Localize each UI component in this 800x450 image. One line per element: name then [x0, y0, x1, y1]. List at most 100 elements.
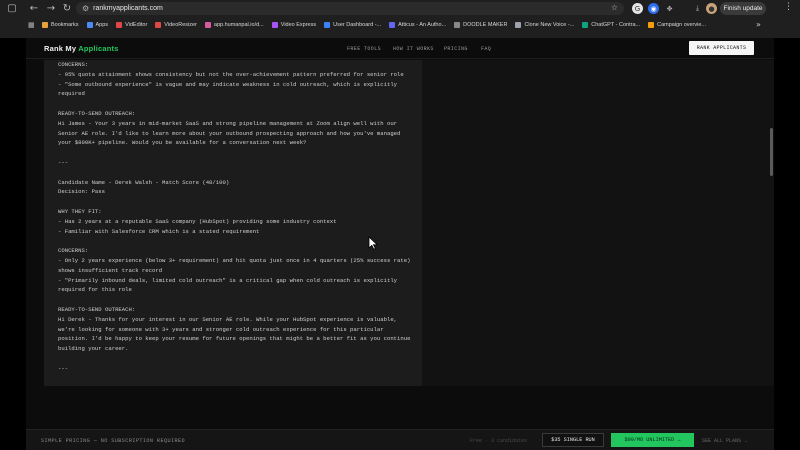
- result-line: - Has 2 years at a reputable SaaS compan…: [58, 217, 337, 225]
- nav-faq[interactable]: FAQ: [481, 46, 491, 52]
- bookmark-label: Apps: [95, 22, 109, 28]
- result-line: Decision: Pass: [58, 188, 105, 196]
- bookmark-favicon-icon: [582, 22, 589, 28]
- logo-text: Rank My: [44, 44, 79, 53]
- bookmark-item[interactable]: DOODLE MAKER: [454, 19, 507, 31]
- rank-applicants-button[interactable]: RANK APPLICANTS: [689, 41, 754, 55]
- bookmark-star-icon[interactable]: ☆: [611, 3, 618, 12]
- bookmark-favicon-icon: [648, 22, 655, 28]
- nav-pricing[interactable]: PRICING: [444, 46, 468, 52]
- logo-accent-text: Applicants: [78, 44, 119, 53]
- nav-free-tools[interactable]: FREE TOOLS: [347, 46, 381, 52]
- site-logo[interactable]: Rank My Applicants: [44, 44, 119, 53]
- pricing-label: SIMPLE PRICING — NO SUBSCRIPTION REQUIRE…: [41, 438, 186, 444]
- single-run-button[interactable]: $35 SINGLE RUN: [542, 433, 604, 447]
- profile-avatar[interactable]: ●: [706, 3, 717, 14]
- bookmark-label: Bookmarks: [51, 22, 79, 28]
- tab-search-icon[interactable]: ▢: [4, 0, 20, 16]
- forward-icon[interactable]: →: [43, 0, 59, 16]
- bookmark-item[interactable]: Bookmarks: [42, 19, 79, 31]
- mouse-cursor-icon: [368, 236, 378, 250]
- result-line: CONCERNS:: [58, 61, 89, 68]
- bookmark-favicon-icon: [271, 22, 278, 28]
- result-line: required for this role: [58, 286, 132, 294]
- bookmark-label: app.humanpal.io/d...: [213, 22, 264, 28]
- reload-icon[interactable]: ↻: [59, 0, 75, 16]
- bookmark-item[interactable]: User Dashboard -...: [324, 19, 381, 31]
- bookmark-favicon-icon: [324, 22, 331, 28]
- bookmark-favicon-icon: [86, 22, 93, 28]
- bookmark-item[interactable]: Apps: [86, 19, 109, 31]
- extension-grammarly-icon[interactable]: ◉: [648, 3, 659, 14]
- bookmark-item[interactable]: Campaign overvie...: [648, 19, 706, 31]
- result-line: WHY THEY FIT:: [58, 207, 102, 215]
- result-line: Hi James - Your 3 years in mid-market Sa…: [58, 119, 398, 127]
- bookmark-item[interactable]: VideoResizer: [155, 19, 197, 31]
- download-icon[interactable]: ⤓: [692, 3, 703, 14]
- result-line: [58, 197, 418, 207]
- result-line: [58, 168, 418, 178]
- browser-menu-icon[interactable]: ⋮: [784, 2, 793, 12]
- bookmark-label: Video Express: [280, 22, 317, 28]
- bookmark-label: User Dashboard -...: [333, 22, 382, 28]
- bookmark-item[interactable]: Clone New Voice -...: [515, 19, 574, 31]
- bookmark-item[interactable]: Video Express: [271, 19, 317, 31]
- see-all-plans-link[interactable]: SEE ALL PLANS →: [702, 438, 747, 444]
- result-line: READY-TO-SEND OUTREACH:: [58, 109, 136, 117]
- result-line: [58, 354, 418, 364]
- browser-toolbar: ▢ ← → ↻ ⚙ rankmyapplicants.com ☆ G ◉ ✥ ⤓…: [0, 0, 800, 17]
- result-line: [58, 295, 418, 305]
- bookmark-item[interactable]: Atticus - An Autho...: [389, 19, 446, 31]
- result-line: - Only 2 years experience (below 3+ requ…: [58, 256, 411, 264]
- bookmarks-bar: Bookmarks Apps VidEditor VideoResizer app.hu…: [0, 19, 800, 31]
- result-line: we're looking for someone with 3+ years …: [58, 325, 384, 333]
- result-line: building your career.: [58, 345, 129, 353]
- bookmark-label: DOODLE MAKER: [463, 22, 508, 28]
- result-line: ---: [58, 158, 69, 166]
- back-icon[interactable]: ←: [26, 0, 42, 16]
- extension-g-icon[interactable]: G: [632, 3, 643, 14]
- bookmark-favicon-icon: [116, 22, 123, 28]
- result-line: ---: [58, 364, 69, 372]
- site-header: Rank My Applicants FREE TOOLS HOW IT WOR…: [26, 38, 774, 59]
- pricing-bar: SIMPLE PRICING — NO SUBSCRIPTION REQUIRE…: [26, 429, 774, 450]
- bookmark-favicon-icon: [389, 22, 396, 28]
- nav-how-it-works[interactable]: HOW IT WORKS: [393, 46, 434, 52]
- results-output: CONCERNS: - 95% quota attainment shows co…: [58, 60, 418, 374]
- bookmark-label: Atticus - An Autho...: [398, 22, 447, 28]
- bookmark-label: Clone New Voice -...: [524, 22, 575, 28]
- result-line: [58, 236, 418, 246]
- result-line: READY-TO-SEND OUTREACH:: [58, 305, 136, 313]
- result-line: - "Some outbound experience" is vague an…: [58, 80, 398, 88]
- url-text: rankmyapplicants.com: [93, 5, 163, 12]
- result-line: Senior AE role. I'd like to learn more a…: [58, 129, 401, 137]
- results-panel: CONCERNS: - 95% quota attainment shows co…: [44, 60, 422, 386]
- bookmark-item[interactable]: VidEditor: [116, 19, 147, 31]
- bookmark-label: Campaign overvie...: [657, 22, 707, 28]
- result-line: - 95% quota attainment shows consistency…: [58, 70, 404, 78]
- result-line: Hi Derek - Thanks for your interest in o…: [58, 315, 398, 323]
- address-bar[interactable]: ⚙ rankmyapplicants.com ☆: [76, 2, 624, 15]
- result-line: Candidate Name - Derek Walsh - Match Sco…: [58, 178, 230, 186]
- free-plan-note: Free · 3 candidates: [470, 438, 528, 444]
- unlimited-plan-button[interactable]: $99/MO UNLIMITED →: [611, 433, 694, 447]
- finish-update-button[interactable]: Finish update: [720, 2, 766, 15]
- bookmark-item[interactable]: ChatGPT - Contra...: [582, 19, 640, 31]
- result-line: position. I'd be happy to keep your resu…: [58, 335, 411, 343]
- bookmark-item[interactable]: app.humanpal.io/d...: [204, 19, 264, 31]
- bookmark-label: ChatGPT - Contra...: [591, 22, 641, 28]
- result-line: [58, 99, 418, 109]
- page-scrollbar-thumb[interactable]: [770, 128, 773, 176]
- result-line: required: [58, 90, 85, 98]
- bookmark-favicon-icon: [454, 22, 461, 28]
- site-info-icon[interactable]: ⚙: [82, 4, 89, 13]
- bookmark-favicon-icon: [204, 22, 211, 28]
- bookmark-label: VidEditor: [125, 22, 148, 28]
- extensions-puzzle-icon[interactable]: ✥: [664, 3, 675, 14]
- result-line: shows insufficient track record: [58, 266, 163, 274]
- bookmark-favicon-icon: [42, 22, 48, 28]
- result-line: - Familiar with Salesforce CRM which is …: [58, 227, 260, 235]
- bookmark-label: VideoResizer: [164, 22, 197, 28]
- result-line: [58, 148, 418, 158]
- bookmarks-overflow-icon[interactable]: »: [756, 20, 761, 29]
